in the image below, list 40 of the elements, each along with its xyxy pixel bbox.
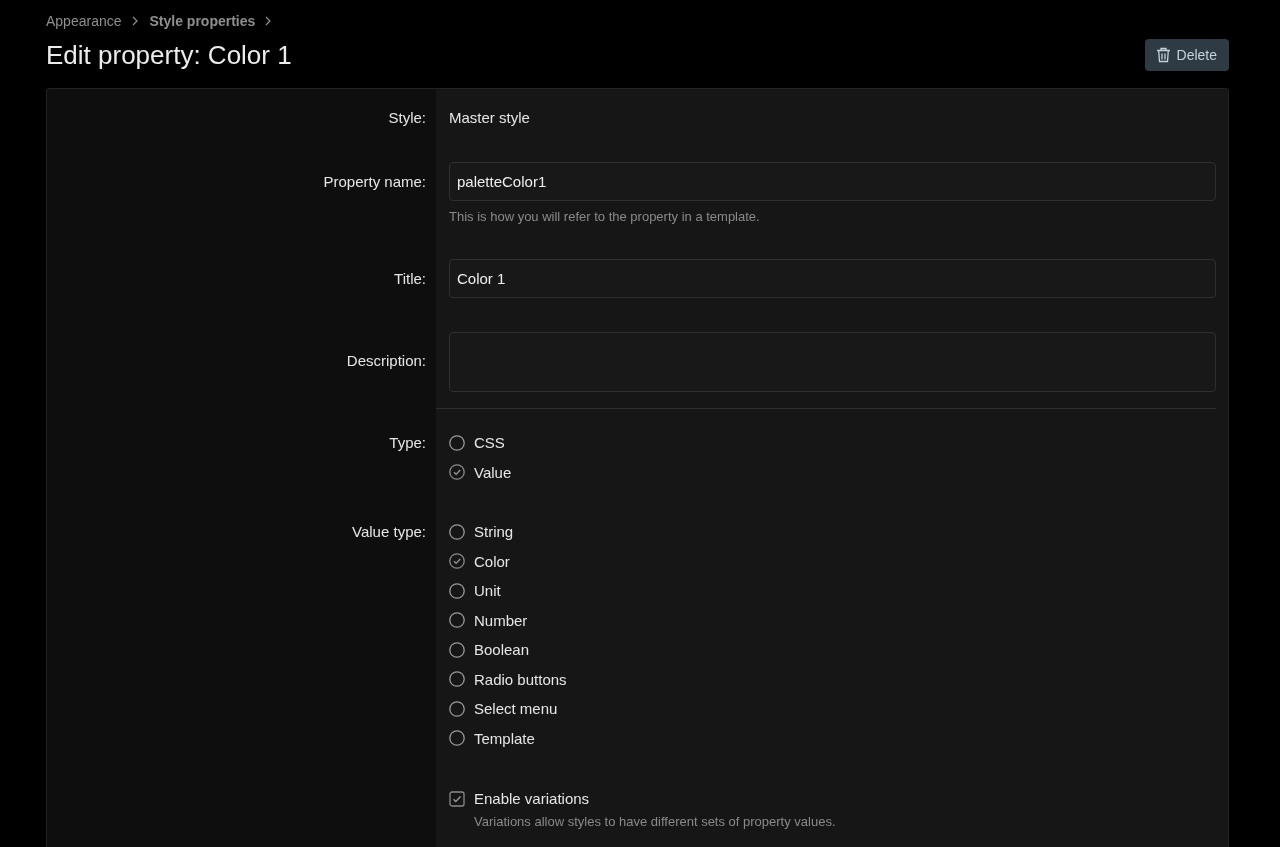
radio-icon[interactable] xyxy=(449,434,465,451)
checked-radio-icon[interactable] xyxy=(449,464,465,481)
field-hint: Variations allow styles to have different sets of property values. xyxy=(473,813,837,830)
radio-label[interactable]: CSS xyxy=(474,434,505,452)
radio-icon[interactable] xyxy=(449,700,465,717)
radio-label[interactable]: Value xyxy=(474,463,512,481)
radio-icon[interactable] xyxy=(449,641,465,658)
chevron-icon xyxy=(265,16,272,26)
radio-icon[interactable] xyxy=(449,730,465,747)
field-label: Value type: xyxy=(352,523,426,540)
field-label: Description: xyxy=(346,352,426,369)
radio-icon[interactable] xyxy=(449,671,465,688)
page-title: Edit property: Color 1 xyxy=(46,39,292,72)
breadcrumb-link[interactable]: Style properties xyxy=(149,13,256,29)
text-field[interactable]: paletteColor1 xyxy=(449,162,1216,201)
radio-label[interactable]: Unit xyxy=(474,582,501,600)
trash-icon xyxy=(1155,47,1171,63)
field-label: Title: xyxy=(394,270,426,287)
radio-icon[interactable] xyxy=(449,523,465,540)
field-hint: This is how you will refer to the property in a template. xyxy=(449,209,761,225)
breadcrumb-link[interactable]: Appearance xyxy=(46,13,122,29)
radio-icon[interactable] xyxy=(449,582,465,599)
radio-label[interactable]: Number xyxy=(474,611,528,629)
checkbox[interactable] xyxy=(449,790,465,807)
radio-icon[interactable] xyxy=(449,612,465,629)
delete-button[interactable]: Delete xyxy=(1144,39,1229,71)
field-label: Property name: xyxy=(323,173,426,190)
checkbox-label[interactable]: Enable variations xyxy=(474,790,590,808)
field-label: Style: xyxy=(388,109,426,126)
radio-label[interactable]: Template xyxy=(474,729,535,747)
radio-label[interactable]: Select menu xyxy=(474,700,558,718)
text-field[interactable]: Color 1 xyxy=(449,259,1216,298)
checked-radio-icon[interactable] xyxy=(449,553,465,570)
radio-label[interactable]: Color xyxy=(474,552,510,570)
radio-label[interactable]: String xyxy=(474,523,514,541)
field-value: Master style xyxy=(449,108,531,128)
field-label: Type: xyxy=(389,434,426,451)
radio-label[interactable]: Radio buttons xyxy=(474,670,567,688)
chevron-icon xyxy=(131,16,138,26)
radio-label[interactable]: Boolean xyxy=(474,641,530,659)
